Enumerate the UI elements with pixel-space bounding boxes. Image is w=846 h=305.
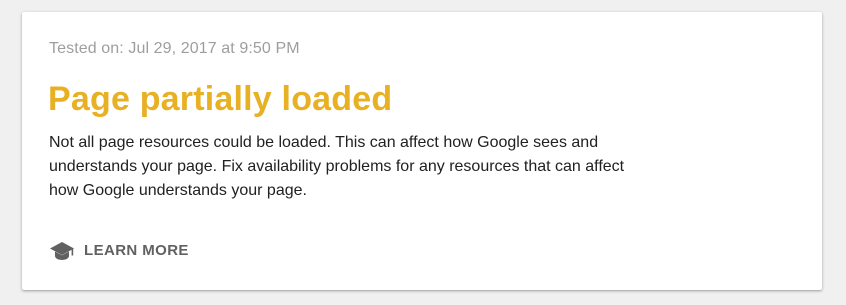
learn-more-label: LEARN MORE: [84, 242, 189, 259]
learn-more-button[interactable]: LEARN MORE: [49, 240, 189, 262]
status-description: Not all page resources could be loaded. …: [49, 134, 625, 199]
school-icon: [49, 241, 75, 261]
result-card: Tested on: Jul 29, 2017 at 9:50 PM Page …: [22, 12, 822, 290]
status-headline: Page partially loaded: [48, 80, 393, 118]
tested-on-timestamp: Tested on: Jul 29, 2017 at 9:50 PM: [49, 40, 300, 57]
